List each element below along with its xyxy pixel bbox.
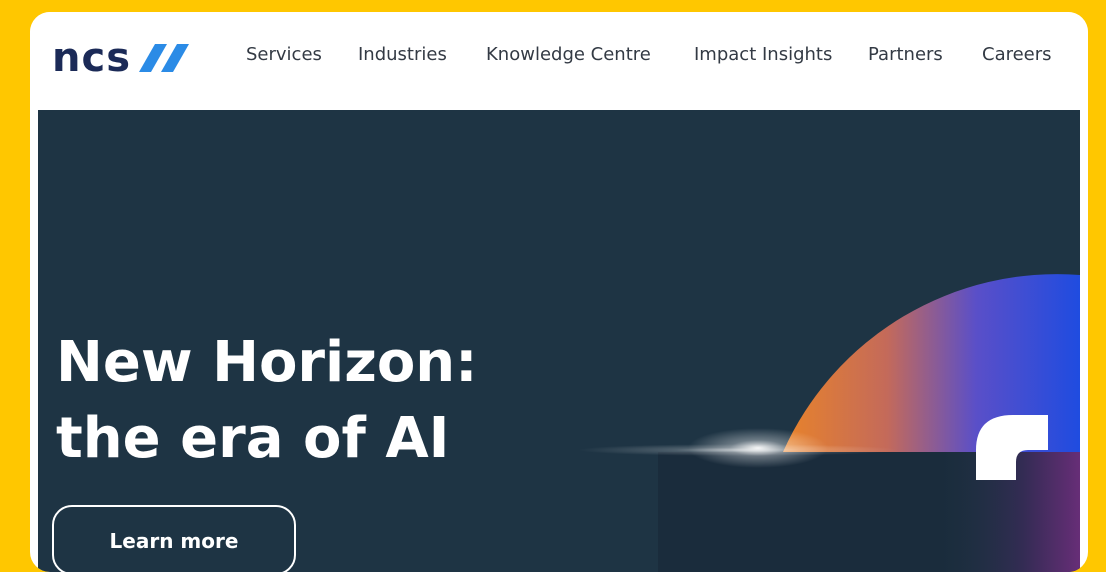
nav-link-industries[interactable]: Industries <box>358 44 447 65</box>
nav-link-careers[interactable]: Careers <box>982 44 1052 65</box>
nav-link-partners[interactable]: Partners <box>868 44 943 65</box>
ncs-logo[interactable]: ncs <box>52 38 193 78</box>
nav-link-services[interactable]: Services <box>246 44 322 65</box>
nav-link-knowledge-centre[interactable]: Knowledge Centre <box>486 44 651 65</box>
learn-more-label: Learn more <box>109 529 239 553</box>
browser-frame: ncs Services Industries Knowledge Centre… <box>30 12 1088 572</box>
hero-title-line-1: New Horizon: <box>56 330 478 395</box>
nav-link-impact-insights[interactable]: Impact Insights <box>694 44 832 65</box>
learn-more-button[interactable]: Learn more <box>52 505 296 572</box>
hero-banner: New Horizon: the era of AI Learn more <box>38 110 1080 572</box>
top-navigation: ncs Services Industries Knowledge Centre… <box>30 12 1088 110</box>
hero-title-line-2: the era of AI <box>56 406 450 471</box>
hero-title: New Horizon: the era of AI <box>56 325 478 477</box>
logo-wordmark: ncs <box>52 35 131 81</box>
logo-slash-icon <box>139 44 189 72</box>
